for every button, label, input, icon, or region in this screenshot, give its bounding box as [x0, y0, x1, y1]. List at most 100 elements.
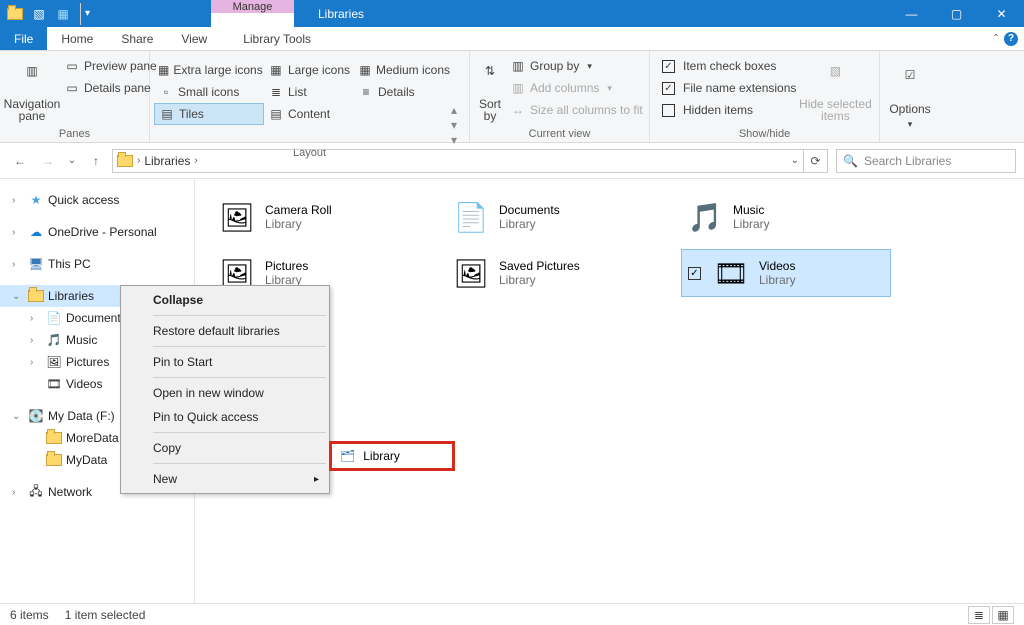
- thumbnails-view-button[interactable]: ▦: [992, 606, 1014, 624]
- sort-by-button[interactable]: ⇅ Sort by: [474, 53, 506, 128]
- expand-icon[interactable]: ›: [30, 313, 42, 324]
- expand-icon[interactable]: ›: [30, 335, 42, 346]
- context-new-submenu: 🗂 Library: [329, 441, 455, 471]
- layout-scroll-down-icon[interactable]: ▾: [451, 118, 463, 132]
- layout-medium[interactable]: ▦Medium icons: [354, 59, 454, 81]
- layout-content[interactable]: ▤Content: [264, 103, 354, 125]
- add-columns-button[interactable]: ▥Add columns▾: [506, 77, 647, 99]
- preview-pane-button[interactable]: ▭Preview pane: [60, 55, 161, 77]
- layout-scroll-up-icon[interactable]: ▴: [451, 103, 463, 117]
- menu-separator: [153, 463, 326, 464]
- context-pin-start[interactable]: Pin to Start: [123, 350, 327, 374]
- star-icon: ★: [28, 192, 44, 208]
- preview-pane-icon: ▭: [64, 58, 80, 74]
- library-music[interactable]: 🎵 MusicLibrary: [681, 193, 891, 241]
- refresh-button[interactable]: ⟳: [804, 149, 828, 173]
- address-bar[interactable]: › Libraries › ⌄: [112, 149, 804, 173]
- qat-explorer-icon[interactable]: [4, 3, 26, 25]
- layout-tiles[interactable]: ▤Tiles: [154, 103, 264, 125]
- videos-icon: 🎞: [46, 376, 62, 392]
- menu-separator: [153, 346, 326, 347]
- sort-icon: ⇅: [474, 64, 506, 96]
- options-button[interactable]: ☑ Options▾: [884, 53, 936, 140]
- status-bar: 6 items 1 item selected ≣ ▦: [0, 603, 1024, 625]
- menu-separator: [153, 377, 326, 378]
- expand-icon[interactable]: ›: [12, 195, 24, 206]
- collapse-icon[interactable]: ⌄: [12, 291, 24, 302]
- expand-icon[interactable]: ›: [12, 259, 24, 270]
- layout-small[interactable]: ▫Small icons: [154, 81, 264, 103]
- context-restore-defaults[interactable]: Restore default libraries: [123, 319, 327, 343]
- menu-separator: [153, 432, 326, 433]
- recent-locations-button[interactable]: ⌄: [64, 149, 80, 173]
- context-collapse[interactable]: Collapse: [123, 288, 327, 312]
- library-camera-roll[interactable]: 🖼 Camera RollLibrary: [213, 193, 423, 241]
- details-pane-button[interactable]: ▭Details pane: [60, 77, 161, 99]
- group-by-button[interactable]: ▥Group by▾: [506, 55, 647, 77]
- options-icon: ☑: [894, 68, 926, 100]
- tab-file[interactable]: File: [0, 27, 47, 50]
- context-copy[interactable]: Copy: [123, 436, 327, 460]
- size-columns-button[interactable]: ↔Size all columns to fit: [506, 99, 647, 121]
- address-dropdown-icon[interactable]: ⌄: [791, 155, 799, 166]
- context-open-new-window[interactable]: Open in new window: [123, 381, 327, 405]
- breadcrumb-libraries[interactable]: Libraries: [144, 154, 190, 168]
- group-showhide-label: Show/hide: [654, 128, 875, 142]
- ribbon-collapse-button[interactable]: ˆ: [994, 32, 998, 46]
- details-pane-icon: ▭: [64, 80, 80, 96]
- library-documents[interactable]: 📄 DocumentsLibrary: [447, 193, 657, 241]
- back-button[interactable]: ←: [8, 149, 32, 173]
- qat-customize-icon[interactable]: ▾: [80, 3, 94, 25]
- minimize-button[interactable]: —: [889, 0, 934, 27]
- context-new[interactable]: New▸: [123, 467, 327, 491]
- item-checkbox[interactable]: [688, 267, 701, 280]
- tree-this-pc[interactable]: ›🖥This PC: [0, 253, 194, 275]
- hide-selected-button[interactable]: ▧ Hide selected items: [800, 53, 870, 128]
- tab-view[interactable]: View: [167, 27, 221, 50]
- help-button[interactable]: ?: [1004, 32, 1018, 46]
- library-file-icon: 🗂: [340, 449, 355, 463]
- tab-share[interactable]: Share: [107, 27, 167, 50]
- collapse-icon[interactable]: ⌄: [12, 411, 24, 422]
- expand-icon[interactable]: ›: [12, 227, 24, 238]
- status-item-count: 6 items: [10, 608, 49, 622]
- folder-icon: [46, 452, 62, 468]
- tab-library-tools[interactable]: Library Tools: [229, 27, 325, 50]
- details-view-button[interactable]: ≣: [968, 606, 990, 624]
- layout-more-icon[interactable]: ▾: [451, 133, 463, 147]
- details-icon: ≡: [358, 84, 374, 100]
- chevron-right-icon[interactable]: ›: [137, 155, 140, 166]
- close-button[interactable]: ✕: [979, 0, 1024, 27]
- navigation-pane-button[interactable]: ▥ Navigation pane: [4, 53, 60, 128]
- tree-quick-access[interactable]: ›★Quick access: [0, 189, 194, 211]
- library-videos[interactable]: 🎞 VideosLibrary: [681, 249, 891, 297]
- qat-properties-icon[interactable]: ▧: [28, 3, 50, 25]
- library-saved-pictures[interactable]: 🖼 Saved PicturesLibrary: [447, 249, 657, 297]
- tree-onedrive[interactable]: ›☁OneDrive - Personal: [0, 221, 194, 243]
- expand-icon[interactable]: ›: [12, 487, 24, 498]
- layout-large[interactable]: ▦Large icons: [264, 59, 354, 81]
- context-pin-quick-access[interactable]: Pin to Quick access: [123, 405, 327, 429]
- extra-large-icons-icon: ▦: [158, 62, 169, 78]
- maximize-button[interactable]: ▢: [934, 0, 979, 27]
- qat-newfolder-icon[interactable]: ▦: [52, 3, 74, 25]
- expand-icon[interactable]: ›: [30, 357, 42, 368]
- tab-home[interactable]: Home: [47, 27, 107, 50]
- size-columns-icon: ↔: [510, 102, 526, 118]
- layout-list[interactable]: ≣List: [264, 81, 354, 103]
- layout-details[interactable]: ≡Details: [354, 81, 454, 103]
- layout-extra-large[interactable]: ▦Extra large icons: [154, 59, 264, 81]
- hidden-items-toggle[interactable]: Hidden items: [658, 99, 800, 121]
- up-button[interactable]: ↑: [84, 149, 108, 173]
- group-panes-label: Panes: [4, 128, 145, 142]
- search-box[interactable]: 🔍 Search Libraries: [836, 149, 1016, 173]
- status-selection: 1 item selected: [65, 608, 146, 622]
- chevron-right-icon[interactable]: ›: [194, 155, 197, 166]
- file-extensions-toggle[interactable]: File name extensions: [658, 77, 800, 99]
- camera-roll-icon: 🖼: [219, 199, 255, 235]
- item-checkboxes-toggle[interactable]: Item check boxes: [658, 55, 800, 77]
- context-new-library[interactable]: Library: [363, 449, 400, 463]
- small-icons-icon: ▫: [158, 84, 174, 100]
- forward-button[interactable]: →: [36, 149, 60, 173]
- submenu-arrow-icon: ▸: [314, 474, 319, 485]
